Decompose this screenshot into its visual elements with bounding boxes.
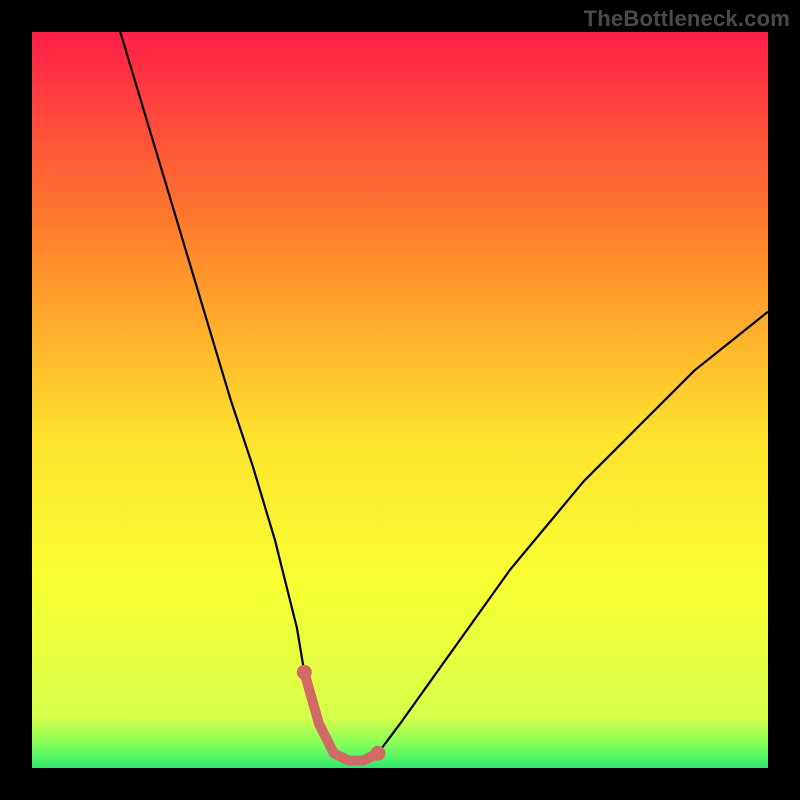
bottleneck-chart: [0, 0, 800, 800]
plot-background: [32, 32, 768, 768]
chart-stage: TheBottleneck.com: [0, 0, 800, 800]
optimal-zone-dot: [370, 746, 385, 761]
optimal-zone-dot: [297, 665, 312, 680]
watermark-text: TheBottleneck.com: [584, 6, 790, 32]
